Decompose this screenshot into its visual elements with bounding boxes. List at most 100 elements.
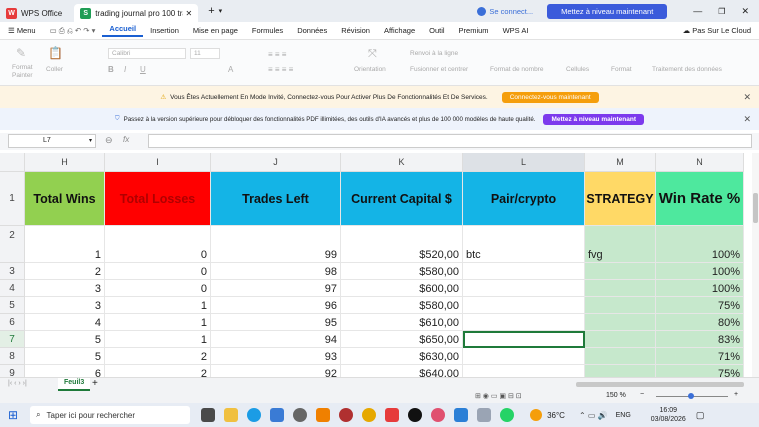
table-cell[interactable]: $610,00 — [341, 314, 463, 331]
wps-taskbar-icon[interactable] — [384, 408, 399, 422]
tab-donnees[interactable]: Données — [290, 26, 334, 35]
tab-formules[interactable]: Formules — [245, 26, 290, 35]
table-cell[interactable]: 99 — [211, 226, 341, 263]
format-painter-icon[interactable]: ✎ — [16, 46, 26, 60]
table-cell[interactable]: 100% — [656, 226, 744, 263]
merge-center-button[interactable]: Fusionner et centrer — [410, 66, 468, 73]
table-cell[interactable]: 0 — [105, 263, 211, 280]
italic-button[interactable]: I — [124, 65, 126, 74]
column-header-m[interactable]: M — [585, 153, 656, 172]
table-cell[interactable]: 3 — [25, 280, 105, 297]
tab-wps-office[interactable]: W WPS Office — [0, 4, 68, 22]
tab-outil[interactable]: Outil — [422, 26, 451, 35]
table-cell[interactable]: 75% — [656, 297, 744, 314]
vscode-icon[interactable] — [453, 408, 468, 422]
table-cell[interactable] — [463, 263, 585, 280]
table-cell[interactable]: 93 — [211, 348, 341, 365]
tab-affichage[interactable]: Affichage — [377, 26, 422, 35]
bold-button[interactable]: B — [108, 65, 114, 74]
row-header[interactable]: 5 — [0, 297, 25, 314]
table-cell[interactable]: 75% — [656, 365, 744, 377]
column-header-j[interactable]: J — [211, 153, 341, 172]
app-icon[interactable] — [476, 408, 491, 422]
tiktok-icon[interactable] — [407, 408, 422, 422]
whatsapp-icon[interactable] — [499, 408, 514, 422]
tab-premium[interactable]: Premium — [452, 26, 496, 35]
table-cell[interactable]: 94 — [211, 331, 341, 348]
table-cell[interactable]: 2 — [105, 365, 211, 377]
quick-access-toolbar[interactable]: ▭ ⎙ ⎌ ↶ ↷ ▾ — [43, 26, 103, 36]
notification-icon[interactable]: ▢ — [696, 410, 705, 421]
table-cell[interactable]: 92 — [211, 365, 341, 377]
scroll-thumb[interactable] — [753, 193, 758, 223]
table-cell[interactable] — [585, 263, 656, 280]
row-header[interactable]: 7 — [0, 331, 25, 348]
font-size-select[interactable]: 11 — [190, 48, 220, 59]
table-cell[interactable] — [463, 280, 585, 297]
table-cell[interactable] — [585, 331, 656, 348]
underline-button[interactable]: U — [140, 65, 146, 74]
font-family-select[interactable]: Calibri — [108, 48, 186, 59]
taskbar-search[interactable]: ⌕ Taper ici pour rechercher — [30, 406, 191, 424]
header-cell[interactable]: Pair/crypto — [463, 172, 585, 226]
table-cell[interactable]: $580,00 — [341, 263, 463, 280]
weather-icon[interactable] — [530, 409, 543, 421]
temperature[interactable]: 36°C — [547, 411, 565, 420]
table-cell[interactable]: 100% — [656, 263, 744, 280]
close-tab-icon[interactable]: ✕ — [186, 9, 193, 18]
table-cell[interactable]: fvg — [585, 226, 656, 263]
tab-accueil[interactable]: Accueil — [102, 24, 144, 37]
orientation-icon[interactable]: ⤧ — [368, 48, 377, 61]
table-cell[interactable]: 95 — [211, 314, 341, 331]
sheet-tab-feuil3[interactable]: Feuil3 — [58, 378, 91, 391]
tab-revision[interactable]: Révision — [334, 26, 377, 35]
paste-label[interactable]: Coller — [46, 66, 63, 73]
table-cell[interactable]: 1 — [105, 297, 211, 314]
task-view-icon[interactable] — [200, 408, 215, 422]
zoom-in-icon[interactable]: + — [734, 391, 738, 398]
table-cell[interactable] — [585, 348, 656, 365]
store-icon[interactable] — [269, 408, 284, 422]
row-header[interactable]: 1 — [0, 172, 25, 226]
table-cell[interactable]: btc — [463, 226, 585, 263]
zoom-level[interactable]: 150 % — [606, 392, 626, 399]
sheet-nav-icons[interactable]: |‹ ‹ › ›| — [8, 380, 27, 387]
orientation-label[interactable]: Orientation — [354, 66, 386, 73]
column-header-n[interactable]: N — [656, 153, 744, 172]
table-cell[interactable]: 80% — [656, 314, 744, 331]
wrap-text-button[interactable]: Renvoi à la ligne — [410, 50, 458, 57]
table-cell[interactable] — [463, 331, 585, 348]
table-cell[interactable]: 96 — [211, 297, 341, 314]
table-cell[interactable]: 100% — [656, 280, 744, 297]
table-cell[interactable]: $580,00 — [341, 297, 463, 314]
sign-in-link[interactable]: Se connect... — [489, 7, 533, 16]
vertical-scrollbar[interactable] — [752, 153, 759, 377]
table-cell[interactable] — [585, 314, 656, 331]
table-cell[interactable]: 1 — [25, 226, 105, 263]
upgrade-button[interactable]: Mettez à niveau maintenant — [547, 3, 668, 19]
table-cell[interactable]: 1 — [105, 331, 211, 348]
row-header[interactable]: 9 — [0, 365, 25, 377]
upgrade-now-button[interactable]: Mettez à niveau maintenant — [543, 113, 645, 125]
table-cell[interactable] — [585, 297, 656, 314]
table-cell[interactable]: 4 — [25, 314, 105, 331]
menu-button[interactable]: ☰ Menu — [0, 26, 43, 35]
cloud-status[interactable]: ☁ Pas Sur Le Cloud — [683, 26, 751, 35]
tab-mise-en-page[interactable]: Mise en page — [186, 26, 245, 35]
tab-document[interactable]: S trading journal pro 100 trade ✕ — [74, 4, 199, 22]
tab-wps-ai[interactable]: WPS AI — [496, 26, 536, 35]
table-cell[interactable]: 2 — [105, 348, 211, 365]
row-header[interactable]: 6 — [0, 314, 25, 331]
minimize-icon[interactable]: — — [693, 6, 702, 16]
table-cell[interactable] — [585, 280, 656, 297]
close-icon[interactable]: ✕ — [743, 114, 751, 125]
view-mode-icons[interactable]: ⊞ ◉ ▭ ▣ ⊟ ⊡ — [475, 392, 522, 400]
header-cell[interactable]: Total Losses — [105, 172, 211, 226]
header-cell[interactable]: Total Wins — [25, 172, 105, 226]
horizontal-scrollbar[interactable] — [576, 382, 744, 387]
table-cell[interactable]: 2 — [25, 263, 105, 280]
cells-button[interactable]: Cellules — [566, 66, 589, 73]
row-header[interactable]: 3 — [0, 263, 25, 280]
file-explorer-icon[interactable] — [223, 408, 238, 422]
header-cell[interactable]: Current Capital $ — [341, 172, 463, 226]
